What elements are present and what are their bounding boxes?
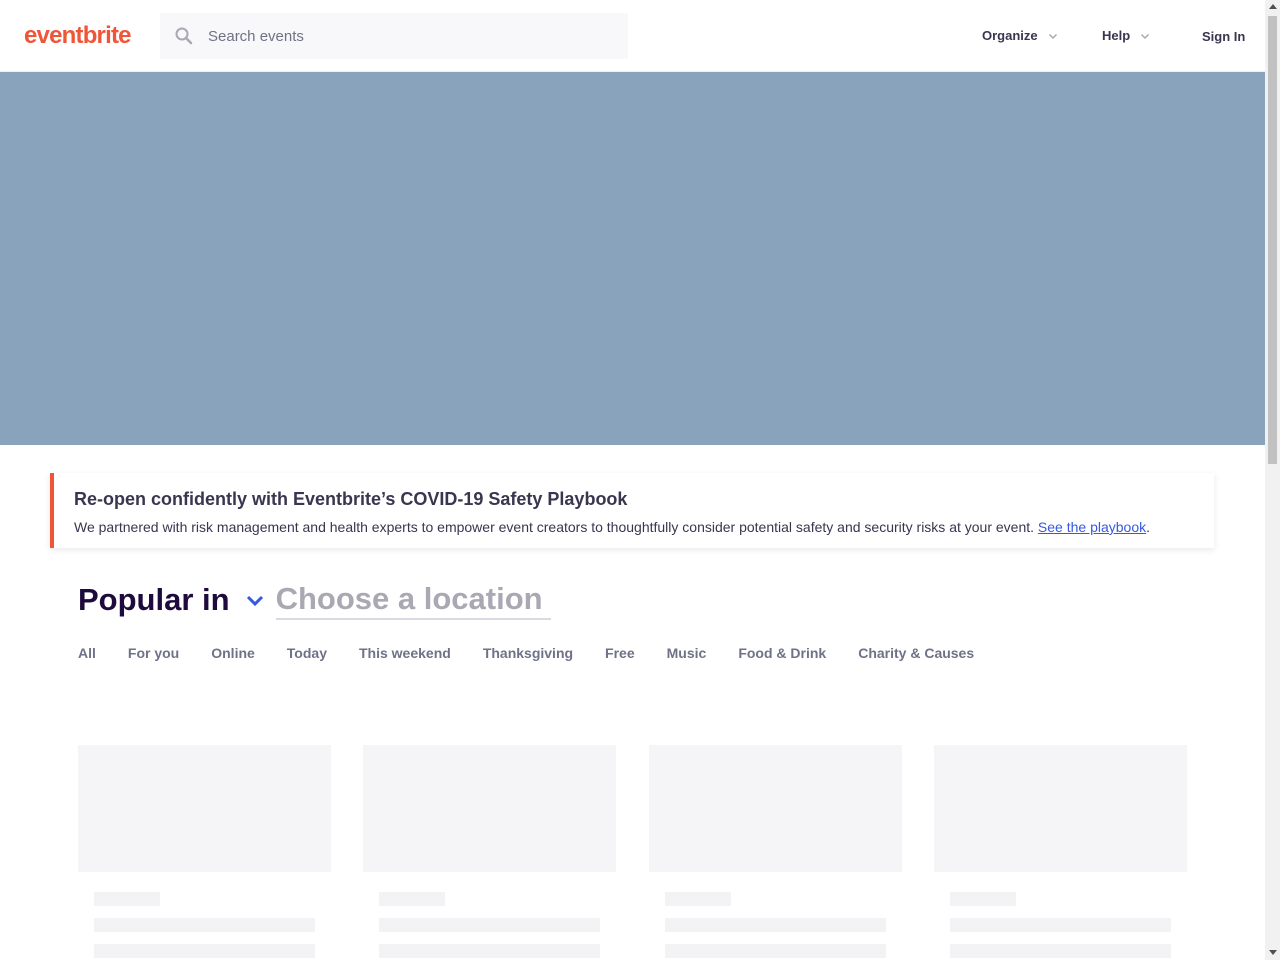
skeleton-line (950, 892, 1016, 906)
eventbrite-logo[interactable]: eventbrite (24, 22, 132, 50)
chevron-down-icon (1141, 33, 1150, 39)
tab-thanksgiving[interactable]: Thanksgiving (483, 645, 573, 661)
tab-online[interactable]: Online (211, 645, 255, 661)
skeleton-line (665, 918, 886, 932)
location-input[interactable] (275, 580, 551, 620)
hero-banner[interactable] (0, 72, 1265, 445)
site-header: eventbrite Organize Help Sign In (0, 0, 1265, 72)
tab-charity-causes[interactable]: Charity & Causes (858, 645, 974, 661)
popular-in-label: Popular in (78, 582, 230, 617)
event-image-placeholder (78, 745, 331, 872)
search-input[interactable] (208, 13, 618, 59)
category-tabs: All For you Online Today This weekend Thanksg… (78, 645, 974, 661)
event-image-placeholder (934, 745, 1187, 872)
nav-organize[interactable]: Organize (982, 28, 1058, 43)
event-card-skeleton[interactable] (363, 745, 616, 958)
tab-free[interactable]: Free (605, 645, 635, 661)
skeleton-line (379, 918, 600, 932)
page-scrollbar[interactable] (1265, 0, 1280, 960)
tab-all[interactable]: All (78, 645, 96, 661)
popular-in-section: Popular in (78, 580, 551, 620)
chevron-down-icon[interactable] (244, 589, 266, 611)
scroll-up-icon[interactable] (1269, 4, 1277, 9)
chevron-down-icon (1048, 33, 1057, 39)
skeleton-line (950, 944, 1171, 958)
sign-in-link[interactable]: Sign In (1202, 29, 1245, 44)
event-image-placeholder (363, 745, 616, 872)
event-image-placeholder (649, 745, 902, 872)
skeleton-line (94, 944, 315, 958)
nav-help[interactable]: Help (1102, 28, 1150, 43)
tab-music[interactable]: Music (667, 645, 707, 661)
nav-organize-label: Organize (982, 28, 1038, 43)
skeleton-line (379, 892, 445, 906)
event-card-skeleton[interactable] (934, 745, 1187, 958)
covid-playbook-notice: Re-open confidently with Eventbrite’s CO… (50, 473, 1214, 548)
skeleton-line (665, 944, 886, 958)
tab-today[interactable]: Today (287, 645, 327, 661)
see-playbook-link[interactable]: See the playbook (1038, 519, 1146, 535)
tab-for-you[interactable]: For you (128, 645, 179, 661)
notice-text: We partnered with risk management and he… (74, 519, 1150, 535)
skeleton-line (379, 944, 600, 958)
notice-suffix: . (1146, 519, 1151, 535)
notice-title: Re-open confidently with Eventbrite’s CO… (74, 489, 628, 509)
search-icon (175, 27, 193, 45)
event-card-skeleton[interactable] (78, 745, 331, 958)
scrollbar-thumb[interactable] (1268, 16, 1277, 464)
skeleton-line (950, 918, 1171, 932)
nav-help-label: Help (1102, 28, 1131, 43)
skeleton-line (94, 892, 160, 906)
skeleton-line (665, 892, 731, 906)
search-bar[interactable] (160, 13, 628, 59)
scroll-down-icon[interactable] (1269, 950, 1277, 955)
notice-body: We partnered with risk management and he… (74, 519, 1038, 535)
tab-this-weekend[interactable]: This weekend (359, 645, 451, 661)
tab-food-drink[interactable]: Food & Drink (738, 645, 826, 661)
event-card-skeleton[interactable] (649, 745, 902, 958)
skeleton-line (94, 918, 315, 932)
